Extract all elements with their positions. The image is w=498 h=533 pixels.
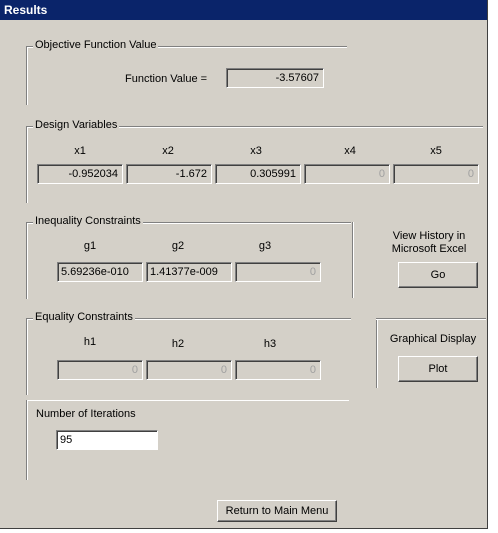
history-label-line2: Microsoft Excel	[391, 243, 467, 255]
x4-label: x4	[344, 145, 356, 157]
window-title: Results	[0, 0, 487, 20]
x2-field: -1.672	[126, 164, 212, 184]
x1-field: -0.952034	[37, 164, 123, 184]
g3-label: g3	[258, 240, 272, 252]
return-button-label: Return to Main Menu	[225, 505, 329, 517]
x4-field: 0	[304, 164, 390, 184]
graphical-divider-top	[376, 318, 486, 320]
g3-field: 0	[235, 262, 321, 282]
g1-field: 5.69236e-010	[57, 262, 143, 282]
objective-group-label: Objective Function Value	[33, 39, 159, 51]
function-value-field: -3.57607	[226, 68, 324, 88]
results-window: Results Objective Function Value Functio…	[0, 0, 488, 529]
g1-label: g1	[83, 240, 97, 252]
go-button-label: Go	[430, 269, 446, 281]
go-button[interactable]: Go	[398, 262, 478, 288]
history-divider	[352, 222, 354, 298]
h3-field: 0	[235, 360, 321, 380]
h2-label: h2	[171, 338, 185, 350]
x5-field: 0	[393, 164, 479, 184]
iterations-field: 95	[56, 430, 158, 450]
g2-label: g2	[171, 240, 185, 252]
equality-group-label: Equality Constraints	[33, 311, 135, 323]
x5-label: x5	[430, 145, 442, 157]
h3-label: h3	[263, 338, 277, 350]
graphical-label: Graphical Display	[389, 333, 477, 345]
return-to-main-menu-button[interactable]: Return to Main Menu	[217, 500, 337, 522]
x3-field: 0.305991	[215, 164, 301, 184]
iterations-label: Number of Iterations	[36, 408, 136, 420]
history-label-line1: View History in	[392, 230, 466, 242]
design-variables-group-label: Design Variables	[33, 119, 120, 131]
x3-label: x3	[250, 145, 262, 157]
graphical-divider-left	[376, 318, 378, 388]
inequality-group: Inequality Constraints	[26, 215, 351, 299]
h1-label: h1	[83, 336, 97, 348]
h1-field: 0	[57, 360, 143, 380]
x2-label: x2	[162, 145, 174, 157]
function-value-label: Function Value =	[125, 73, 208, 85]
inequality-group-label: Inequality Constraints	[33, 215, 143, 227]
h2-field: 0	[146, 360, 232, 380]
equality-group: Equality Constraints	[26, 311, 351, 395]
plot-button-label: Plot	[428, 363, 448, 375]
x1-label: x1	[74, 145, 86, 157]
g2-field: 1.41377e-009	[146, 262, 232, 282]
plot-button[interactable]: Plot	[398, 356, 478, 382]
